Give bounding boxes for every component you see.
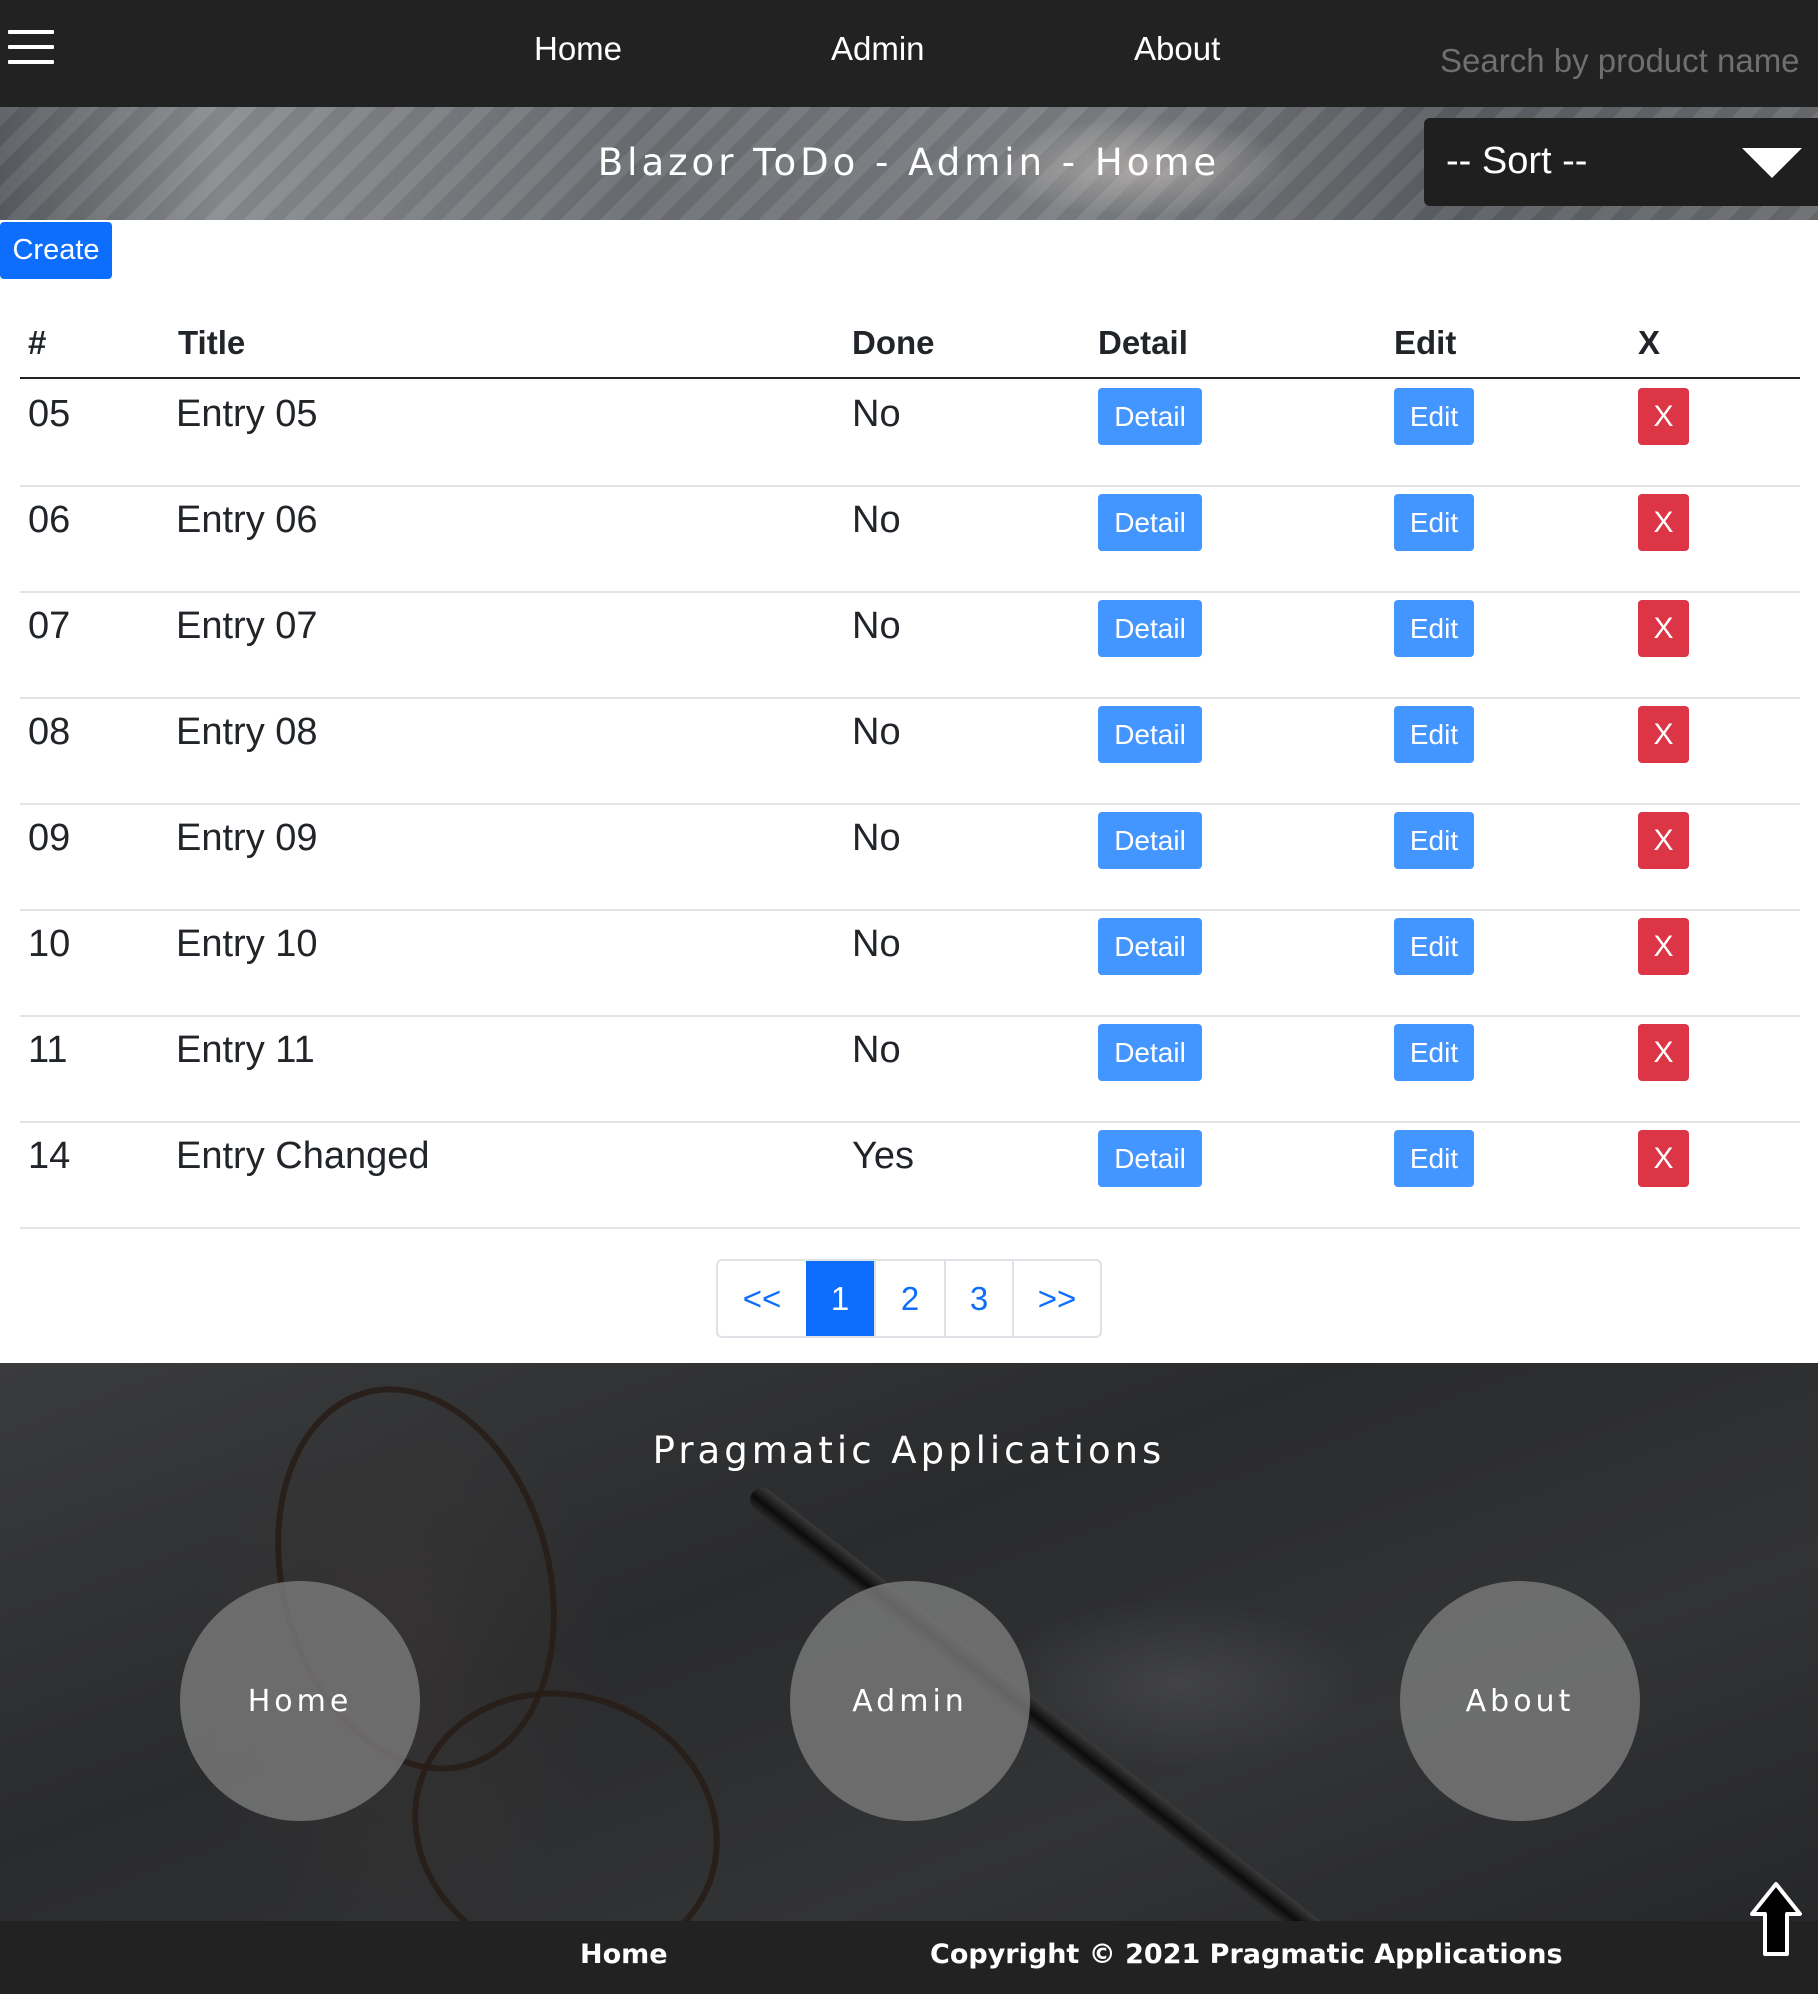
arrow-up-icon[interactable] (1746, 1880, 1806, 1960)
detail-button[interactable]: Detail (1098, 1130, 1202, 1187)
edit-button[interactable]: Edit (1394, 812, 1474, 869)
header-detail: Detail (1098, 324, 1188, 361)
row-title: Entry 06 (176, 499, 318, 541)
footer-circle-admin[interactable]: Admin (790, 1581, 1030, 1821)
row-done: No (852, 1029, 901, 1071)
delete-button[interactable]: X (1638, 388, 1689, 445)
edit-button[interactable]: Edit (1394, 918, 1474, 975)
header-edit: Edit (1394, 324, 1457, 361)
detail-button[interactable]: Detail (1098, 494, 1202, 551)
search-input[interactable] (1440, 36, 1810, 86)
edit-button[interactable]: Edit (1394, 706, 1474, 763)
row-done: No (852, 817, 901, 859)
detail-button[interactable]: Detail (1098, 812, 1202, 869)
footer: Pragmatic Applications Home Admin About (0, 1363, 1818, 1921)
row-done: Yes (852, 1135, 914, 1177)
row-id: 07 (28, 605, 71, 647)
row-id: 08 (28, 711, 71, 753)
edit-button[interactable]: Edit (1394, 1130, 1474, 1187)
sort-dropdown[interactable]: -- Sort -- (1424, 118, 1818, 206)
delete-button[interactable]: X (1638, 1130, 1689, 1187)
row-id: 06 (28, 499, 71, 541)
sort-label: -- Sort -- (1446, 140, 1588, 182)
hamburger-icon[interactable] (8, 30, 54, 66)
table-row: 09 Entry 09 No Detail Edit X (20, 803, 1800, 911)
row-done: No (852, 499, 901, 541)
header-delete: X (1638, 324, 1661, 361)
detail-button[interactable]: Detail (1098, 918, 1202, 975)
table-row: 05 Entry 05 No Detail Edit X (20, 379, 1800, 487)
nav-link-home[interactable]: Home (534, 30, 622, 68)
detail-button[interactable]: Detail (1098, 600, 1202, 657)
page-2[interactable]: 2 (874, 1261, 944, 1336)
header-title: Title (178, 324, 246, 361)
row-title: Entry 11 (176, 1029, 315, 1071)
delete-button[interactable]: X (1638, 494, 1689, 551)
table-row: 08 Entry 08 No Detail Edit X (20, 697, 1800, 805)
edit-button[interactable]: Edit (1394, 494, 1474, 551)
delete-button[interactable]: X (1638, 812, 1689, 869)
row-title: Entry 05 (176, 393, 318, 435)
pagination: << 1 2 3 >> (716, 1259, 1102, 1338)
row-title: Entry 07 (176, 605, 318, 647)
top-navbar: Home Admin About (0, 0, 1818, 107)
detail-button[interactable]: Detail (1098, 706, 1202, 763)
table-row: 11 Entry 11 No Detail Edit X (20, 1015, 1800, 1123)
header-number: # (28, 324, 47, 361)
row-title: Entry 10 (176, 923, 318, 965)
copyright-text: Copyright © 2021 Pragmatic Applications (930, 1939, 1563, 1970)
delete-button[interactable]: X (1638, 600, 1689, 657)
edit-button[interactable]: Edit (1394, 388, 1474, 445)
row-done: No (852, 605, 901, 647)
row-done: No (852, 923, 901, 965)
row-done: No (852, 393, 901, 435)
delete-button[interactable]: X (1638, 706, 1689, 763)
bottom-bar: Home Copyright © 2021 Pragmatic Applicat… (0, 1921, 1818, 1994)
delete-button[interactable]: X (1638, 1024, 1689, 1081)
footer-title: Pragmatic Applications (652, 1429, 1166, 1472)
row-title: Entry 09 (176, 817, 318, 859)
row-done: No (852, 711, 901, 753)
delete-button[interactable]: X (1638, 918, 1689, 975)
page-next[interactable]: >> (1012, 1261, 1100, 1336)
caret-down-icon (1742, 148, 1802, 178)
row-id: 14 (28, 1135, 71, 1177)
nav-link-about[interactable]: About (1134, 30, 1220, 68)
edit-button[interactable]: Edit (1394, 600, 1474, 657)
create-button[interactable]: Create (0, 222, 112, 279)
footer-circle-about[interactable]: About (1400, 1581, 1640, 1821)
table-row: 07 Entry 07 No Detail Edit X (20, 591, 1800, 699)
page-1[interactable]: 1 (806, 1261, 874, 1336)
row-id: 10 (28, 923, 71, 965)
row-title: Entry Changed (176, 1135, 430, 1177)
table-row: 06 Entry 06 No Detail Edit X (20, 485, 1800, 593)
edit-button[interactable]: Edit (1394, 1024, 1474, 1081)
nav-link-admin[interactable]: Admin (831, 30, 925, 68)
row-title: Entry 08 (176, 711, 318, 753)
table-row: 10 Entry 10 No Detail Edit X (20, 909, 1800, 1017)
header-done: Done (852, 324, 935, 361)
detail-button[interactable]: Detail (1098, 1024, 1202, 1081)
page-prev[interactable]: << (718, 1261, 806, 1336)
row-id: 09 (28, 817, 71, 859)
page-3[interactable]: 3 (944, 1261, 1012, 1336)
table-row: 14 Entry Changed Yes Detail Edit X (20, 1121, 1800, 1229)
footer-circle-home[interactable]: Home (180, 1581, 420, 1821)
detail-button[interactable]: Detail (1098, 388, 1202, 445)
row-id: 11 (28, 1029, 68, 1071)
bottom-link-home[interactable]: Home (580, 1939, 668, 1970)
row-id: 05 (28, 393, 71, 435)
